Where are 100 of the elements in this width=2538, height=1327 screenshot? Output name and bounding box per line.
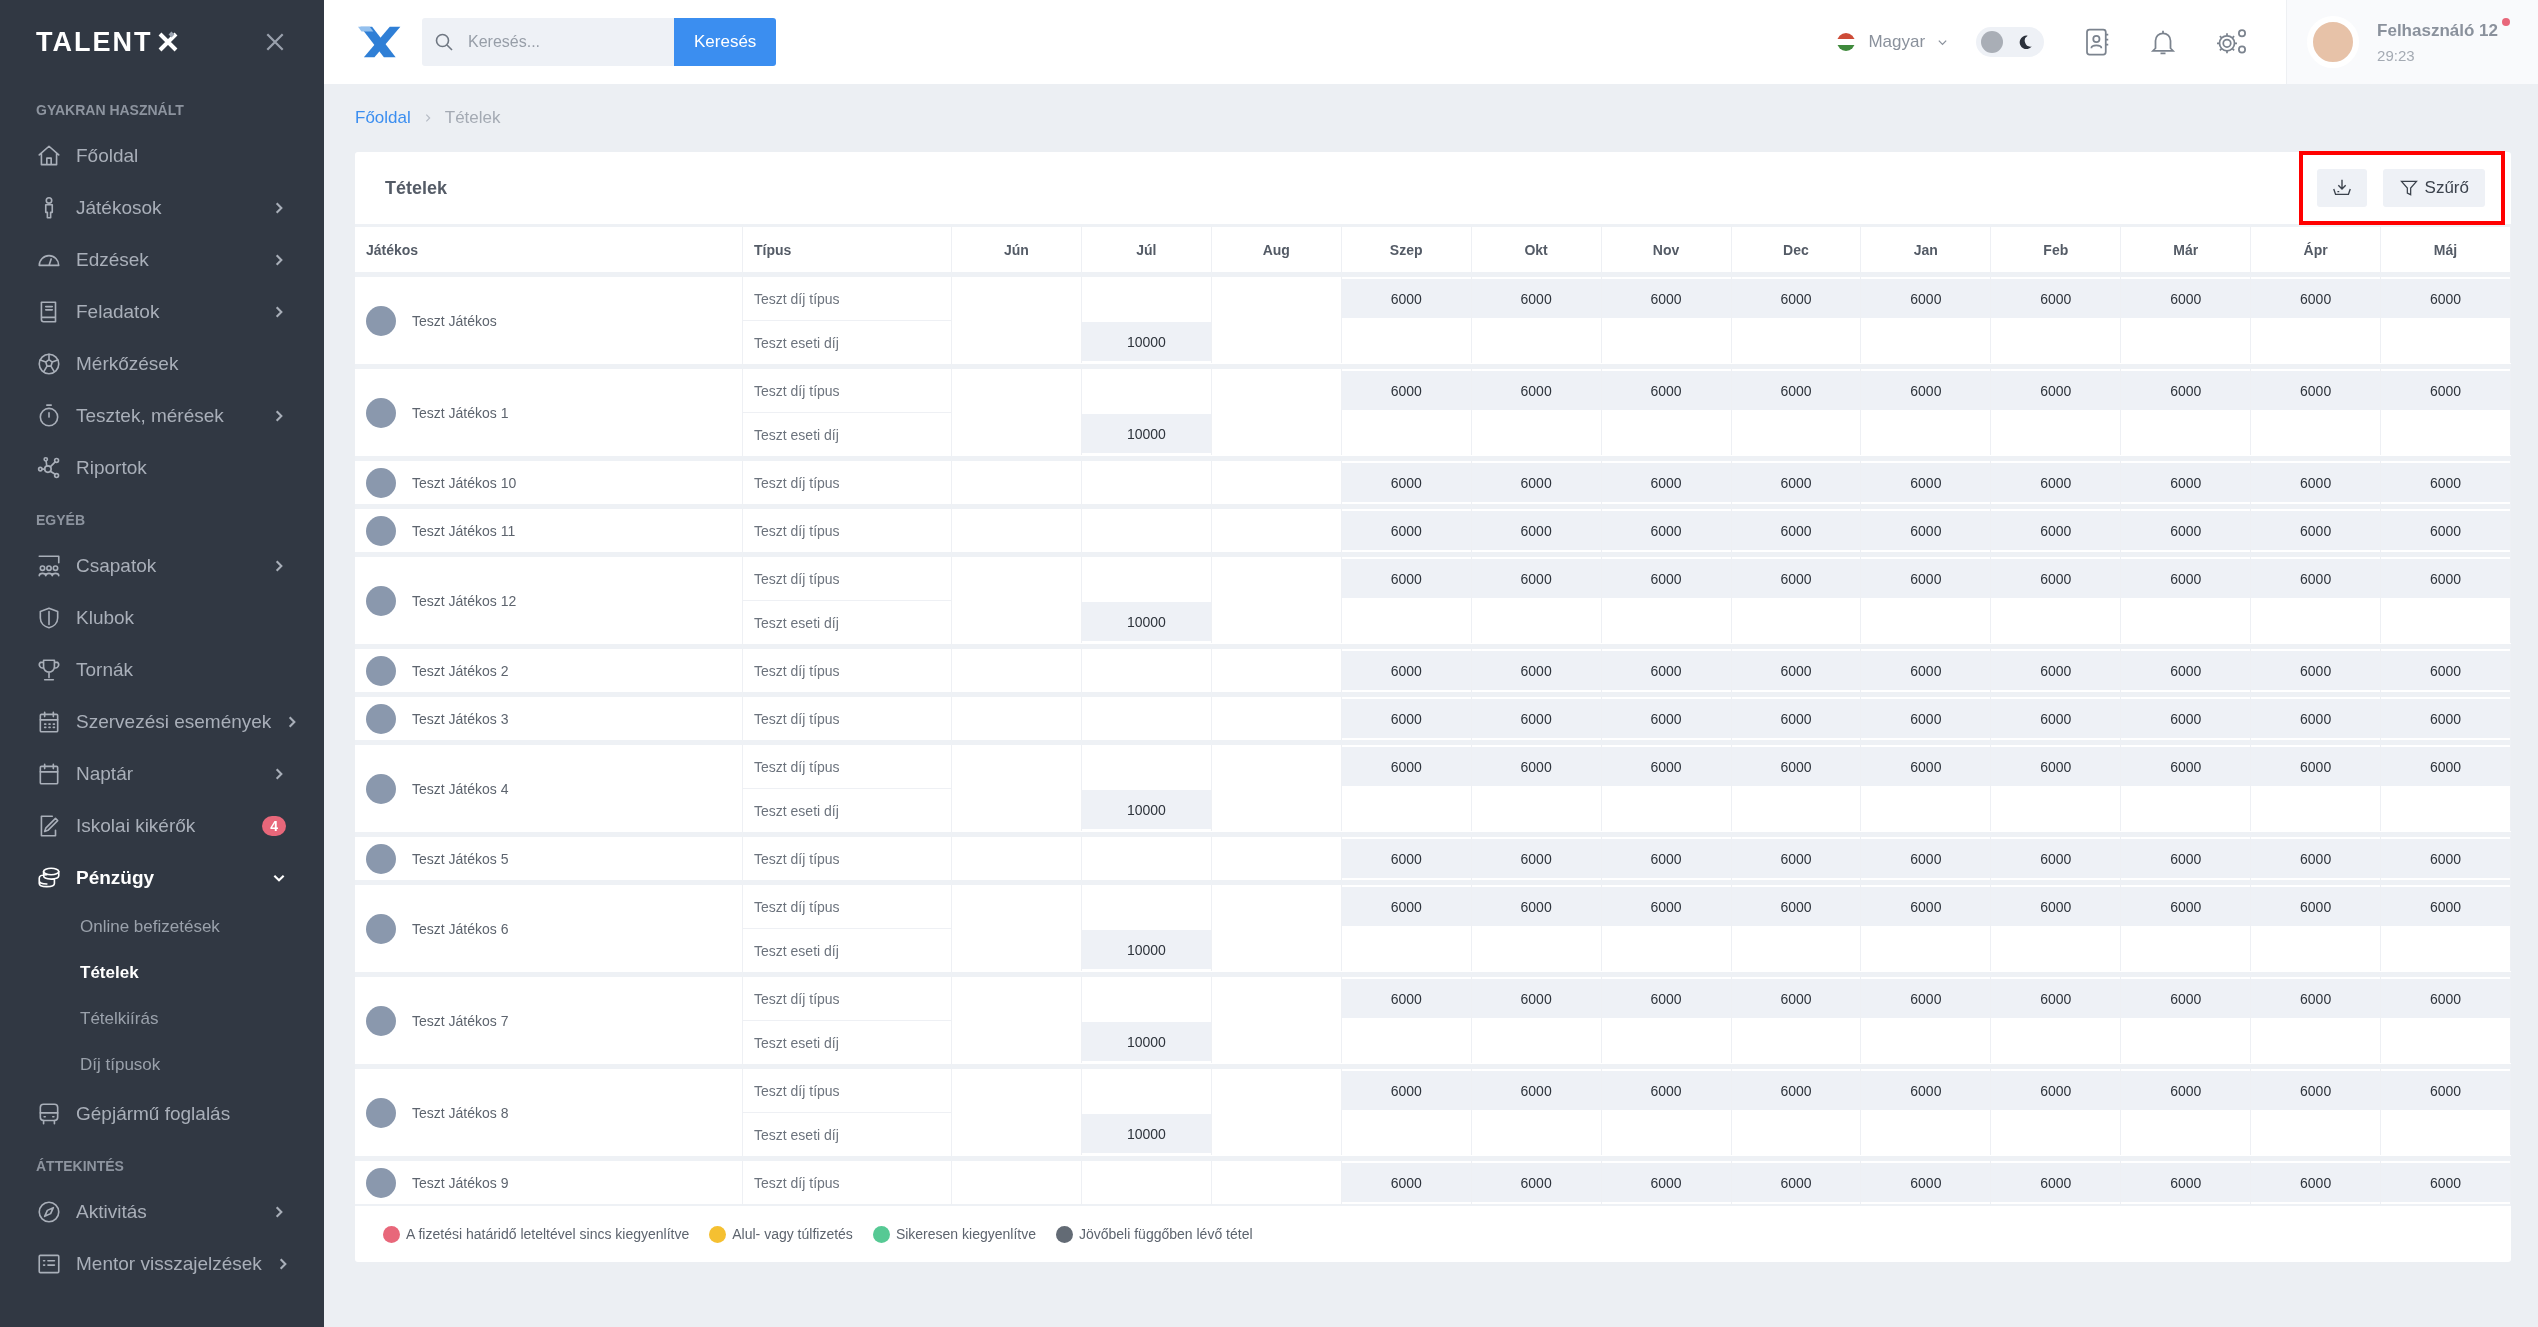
nav-item[interactable]: Aktivitás (36, 1186, 286, 1238)
nav-item[interactable]: Szervezési események (36, 696, 286, 748)
table-cell: 6000 (1861, 511, 1991, 550)
table-cell: 10000 (1081, 602, 1211, 641)
fee-type: Teszt díj típus (743, 1069, 952, 1112)
player-name: Teszt Játékos 9 (412, 1174, 509, 1191)
player-name: Teszt Játékos 2 (412, 662, 509, 679)
table-cell: 6000 (1731, 979, 1861, 1018)
table-cell: 6000 (1601, 839, 1731, 878)
column-header: Okt (1471, 227, 1602, 272)
dark-mode-toggle[interactable] (1976, 27, 2045, 57)
column-header: Máj (2381, 227, 2511, 272)
table-cell: 6000 (2121, 371, 2251, 410)
table-cell: 6000 (1471, 887, 1601, 926)
card-title: Tételek (385, 177, 448, 199)
nodes-icon (36, 455, 62, 481)
nav-item[interactable]: Riportok (36, 442, 286, 494)
fee-type: Teszt díj típus (743, 461, 952, 504)
fee-type: Teszt díj típus (743, 745, 952, 788)
table-cell: 6000 (2121, 651, 2251, 690)
nav-item[interactable]: Mentor visszajelzések (36, 1238, 286, 1290)
nav-item[interactable]: Tornák (36, 644, 286, 696)
nav-item[interactable]: Főoldal (36, 130, 286, 182)
submenu-item[interactable]: Online befizetések (36, 904, 286, 950)
table-cell: 10000 (1081, 414, 1211, 453)
submenu-item[interactable]: Díj típusok (36, 1042, 286, 1088)
nav-item[interactable]: Feladatok (36, 286, 286, 338)
column-header: Aug (1211, 227, 1342, 272)
table-cell: 10000 (1081, 930, 1211, 969)
table-cell: 6000 (1471, 651, 1601, 690)
session-timer: 29:23 (2377, 46, 2416, 64)
column-header: Jan (1861, 227, 1992, 272)
column-header: Dec (1731, 227, 1862, 272)
submenu-item[interactable]: Tételkiírás (36, 996, 286, 1042)
nav-item[interactable]: Naptár (36, 748, 286, 800)
player-name: Teszt Játékos 3 (412, 710, 509, 727)
table-cell: 6000 (1861, 463, 1991, 502)
table-cell: 6000 (2251, 463, 2381, 502)
table-cell: 6000 (2121, 839, 2251, 878)
filter-button[interactable]: Szűrő (2382, 169, 2485, 207)
table-cell: 6000 (1341, 699, 1471, 738)
avatar (366, 773, 396, 804)
avatar (366, 703, 396, 734)
search-field[interactable]: Keresés... (422, 18, 674, 66)
table-cell: 6000 (2121, 887, 2251, 926)
submenu-item[interactable]: Tételek (36, 950, 286, 996)
player-name: Teszt Játékos 10 (412, 474, 517, 491)
user-menu[interactable]: Felhasználó 12 29:23 (2286, 0, 2538, 84)
nav-item[interactable]: Játékosok (36, 182, 286, 234)
table-cell: 6000 (1861, 559, 1991, 598)
player-name: Teszt Játékos 5 (412, 850, 509, 867)
table-cell: 6000 (1471, 699, 1601, 738)
nav-item[interactable]: Csapatok (36, 540, 286, 592)
table-cell: 6000 (1731, 371, 1861, 410)
table-cell: 6000 (2251, 279, 2381, 318)
export-button[interactable] (2316, 169, 2367, 207)
table-cell: 6000 (1601, 371, 1731, 410)
table-cell: 6000 (1341, 651, 1471, 690)
player-name: Teszt Játékos 8 (412, 1104, 509, 1121)
legend-label: A fizetési határidő leteltével sincs kiegyenlítve (406, 1226, 690, 1242)
language-selector[interactable]: Magyar (1836, 32, 1949, 52)
breadcrumb-link[interactable]: Főoldal (355, 108, 411, 128)
legend-label: Sikeresen kiegyenlítve (895, 1226, 1036, 1242)
table-cell: 6000 (1991, 371, 2121, 410)
table-cell: 6000 (1991, 699, 2121, 738)
player-name: Teszt Játékos 4 (412, 780, 509, 797)
table-cell: 6000 (1601, 699, 1731, 738)
table-cell: 6000 (1731, 1163, 1861, 1202)
player-name: Teszt Játékos 7 (412, 1012, 509, 1029)
table-cell: 6000 (1731, 887, 1861, 926)
table-cell: 6000 (2381, 1071, 2510, 1110)
avatar (366, 585, 396, 616)
table-cell: 6000 (1471, 279, 1601, 318)
table-cell: 6000 (1341, 839, 1471, 878)
column-header: Már (2121, 227, 2252, 272)
fee-type: Teszt díj típus (743, 649, 952, 692)
table-cell: 6000 (2381, 839, 2510, 878)
table-cell: 6000 (1861, 887, 1991, 926)
column-header: Játékos (355, 227, 743, 272)
table-cell: 6000 (1471, 979, 1601, 1018)
fee-type: Teszt eseti díj (743, 1112, 952, 1156)
table-cell: 6000 (1861, 839, 1991, 878)
count-badge: 4 (262, 816, 286, 836)
fee-type: Teszt eseti díj (743, 412, 952, 456)
table-cell: 6000 (1341, 979, 1471, 1018)
nav-item[interactable]: Iskolai kikérők 4 (36, 800, 286, 852)
nav-item[interactable]: Edzések (36, 234, 286, 286)
table-cell: 6000 (1601, 279, 1731, 318)
nav-item[interactable]: Klubok (36, 592, 286, 644)
table-cell: 6000 (2381, 559, 2510, 598)
nav-item[interactable]: Gépjármű foglalás (36, 1088, 286, 1140)
nav-item[interactable]: Mérkőzések (36, 338, 286, 390)
close-icon[interactable] (264, 31, 286, 53)
section-heading: EGYÉB (36, 511, 86, 530)
table-cell: 6000 (2381, 463, 2510, 502)
table-cell: 6000 (1861, 699, 1991, 738)
nav-item[interactable]: Tesztek, mérések (36, 390, 286, 442)
search-button[interactable]: Keresés (674, 18, 777, 66)
nav-item[interactable]: Pénzügy (36, 852, 286, 904)
table-cell: 6000 (2251, 651, 2381, 690)
